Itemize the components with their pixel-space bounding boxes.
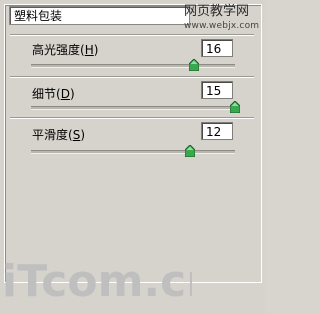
shortcut-close: ) [93, 43, 99, 57]
control-label-highlight: 高光强度(H) [32, 41, 98, 58]
filter-dialog-panel: 塑料包装 网页教学网 www.webjx.com 高光强度(H) 16 细节(D… [0, 0, 265, 314]
watermark-cn: 网页教学网 [184, 4, 250, 19]
site-logo: iTcom.cn [2, 256, 192, 307]
control-label-text: 平滑度 [32, 128, 69, 142]
filter-name-field[interactable]: 塑料包装 [9, 6, 190, 25]
control-label-detail: 细节(D) [32, 85, 75, 102]
group-separator [10, 34, 254, 36]
detail-slider-track[interactable] [31, 106, 235, 110]
watermark: 网页教学网 www.webjx.com [184, 5, 260, 33]
site-logo-text: iTcom.cn [2, 256, 192, 307]
highlight-slider-track[interactable] [31, 64, 235, 68]
smoothness-slider-track[interactable] [31, 150, 235, 154]
shortcut-close: ) [69, 87, 75, 101]
control-label-text: 细节 [32, 87, 57, 101]
shortcut-close: ) [80, 128, 86, 142]
shortcut-key: H [84, 43, 94, 57]
group-separator [10, 76, 254, 78]
smoothness-value-input[interactable]: 12 [201, 122, 233, 140]
smoothness-slider-thumb[interactable] [185, 145, 196, 157]
group-separator [10, 117, 254, 119]
highlight-value-input[interactable]: 16 [201, 39, 233, 57]
control-label-text: 高光强度 [32, 43, 81, 57]
highlight-slider-thumb[interactable] [189, 59, 200, 71]
detail-slider-thumb[interactable] [230, 101, 240, 113]
shortcut-key: D [60, 87, 70, 101]
detail-value-input[interactable]: 15 [201, 81, 233, 99]
control-label-smoothness: 平滑度(S) [32, 126, 85, 143]
watermark-url: www.webjx.com [184, 21, 260, 31]
